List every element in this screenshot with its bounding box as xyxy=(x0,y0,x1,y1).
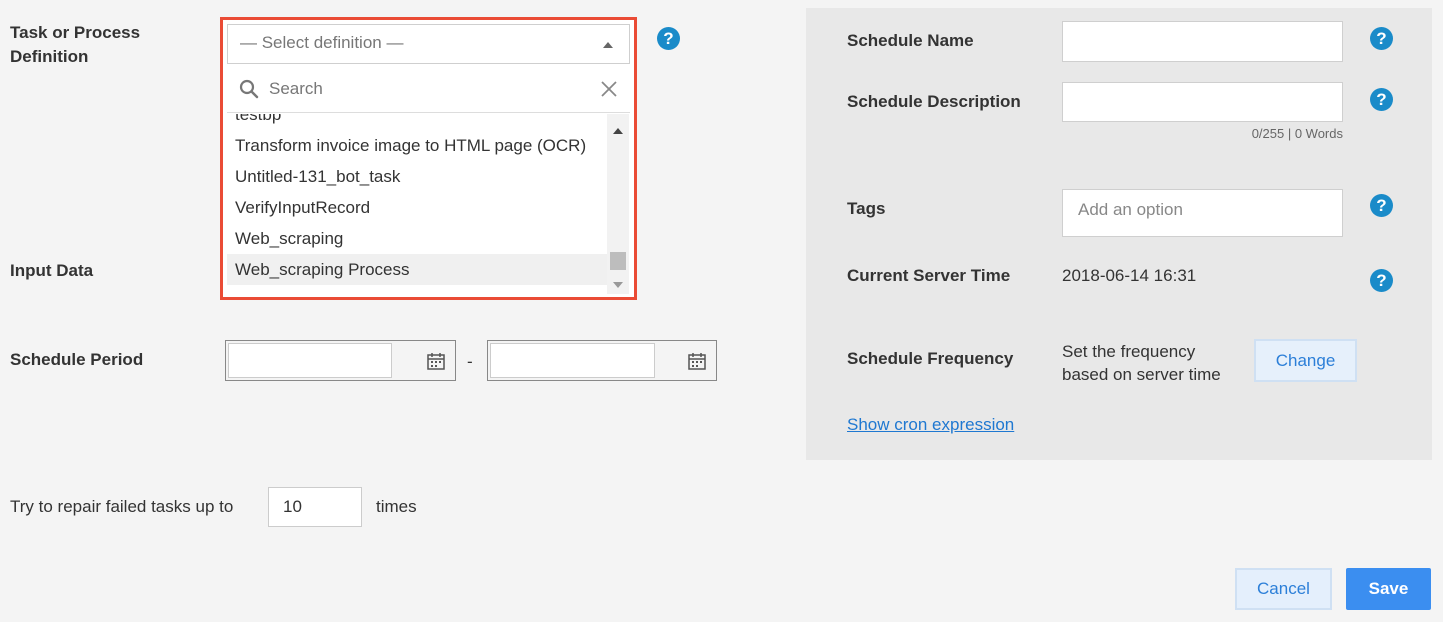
change-frequency-button[interactable]: Change xyxy=(1254,339,1357,382)
schedule-period-label: Schedule Period xyxy=(10,350,144,369)
repair-count-input[interactable]: 10 xyxy=(268,487,362,527)
caret-up-icon[interactable] xyxy=(603,42,613,48)
list-item[interactable]: testbp xyxy=(227,114,607,130)
start-date-picker[interactable] xyxy=(225,340,456,381)
task-definition-label: Task or Process Definition xyxy=(10,23,141,66)
schedule-frequency-label: Schedule Frequency xyxy=(847,349,1014,368)
schedule-description-label: Schedule Description xyxy=(847,92,1021,111)
search-placeholder: Search xyxy=(269,79,323,98)
date-separator: - xyxy=(467,352,473,371)
start-date-input[interactable] xyxy=(228,343,392,378)
help-icon[interactable]: ? xyxy=(1370,269,1393,292)
server-time-label: Current Server Time xyxy=(847,266,1011,285)
calendar-icon[interactable] xyxy=(687,351,707,376)
scroll-up-icon[interactable] xyxy=(613,128,623,134)
definition-search[interactable]: Search xyxy=(227,67,630,113)
show-cron-link[interactable]: Show cron expression xyxy=(847,415,1014,435)
definition-option-list: testbp Transform invoice image to HTML p… xyxy=(227,114,607,294)
scroll-down-icon[interactable] xyxy=(613,282,623,288)
help-icon[interactable]: ? xyxy=(1370,27,1393,50)
search-icon xyxy=(239,79,259,104)
scrollbar-thumb[interactable] xyxy=(610,252,626,270)
list-item[interactable]: Web_scraping xyxy=(227,223,607,254)
list-item[interactable]: VerifyInputRecord xyxy=(227,192,607,223)
input-data-label: Input Data xyxy=(10,261,94,280)
help-icon[interactable]: ? xyxy=(1370,194,1393,217)
list-item[interactable]: Transform invoice image to HTML page (OC… xyxy=(227,130,607,161)
word-count: 0/255 | 0 Words xyxy=(1251,126,1343,141)
frequency-description: Set the frequency based on server time xyxy=(1062,342,1221,384)
help-icon[interactable]: ? xyxy=(1370,88,1393,111)
cancel-button[interactable]: Cancel xyxy=(1235,568,1332,610)
close-icon[interactable] xyxy=(600,80,618,103)
definition-dropdown[interactable]: — Select definition — Search testbp Tran… xyxy=(220,17,637,300)
end-date-picker[interactable] xyxy=(487,340,717,381)
save-button[interactable]: Save xyxy=(1346,568,1431,610)
repair-suffix: times xyxy=(376,497,417,516)
tags-input[interactable]: Add an option xyxy=(1062,189,1343,237)
server-time-value: 2018-06-14 16:31 xyxy=(1062,266,1197,285)
schedule-description-input[interactable] xyxy=(1062,82,1343,122)
schedule-name-input[interactable] xyxy=(1062,21,1343,62)
end-date-input[interactable] xyxy=(490,343,655,378)
scrollbar[interactable] xyxy=(607,114,629,294)
tags-label: Tags xyxy=(847,199,886,218)
schedule-name-label: Schedule Name xyxy=(847,31,974,50)
calendar-icon[interactable] xyxy=(426,351,446,376)
definition-placeholder: — Select definition — xyxy=(240,33,404,52)
help-icon[interactable]: ? xyxy=(657,27,680,50)
list-item[interactable]: Untitled-131_bot_task xyxy=(227,161,607,192)
definition-select[interactable]: — Select definition — xyxy=(227,24,630,64)
repair-label: Try to repair failed tasks up to xyxy=(10,497,234,516)
list-item-highlighted[interactable]: Web_scraping Process xyxy=(227,254,607,285)
tags-placeholder: Add an option xyxy=(1078,200,1183,219)
